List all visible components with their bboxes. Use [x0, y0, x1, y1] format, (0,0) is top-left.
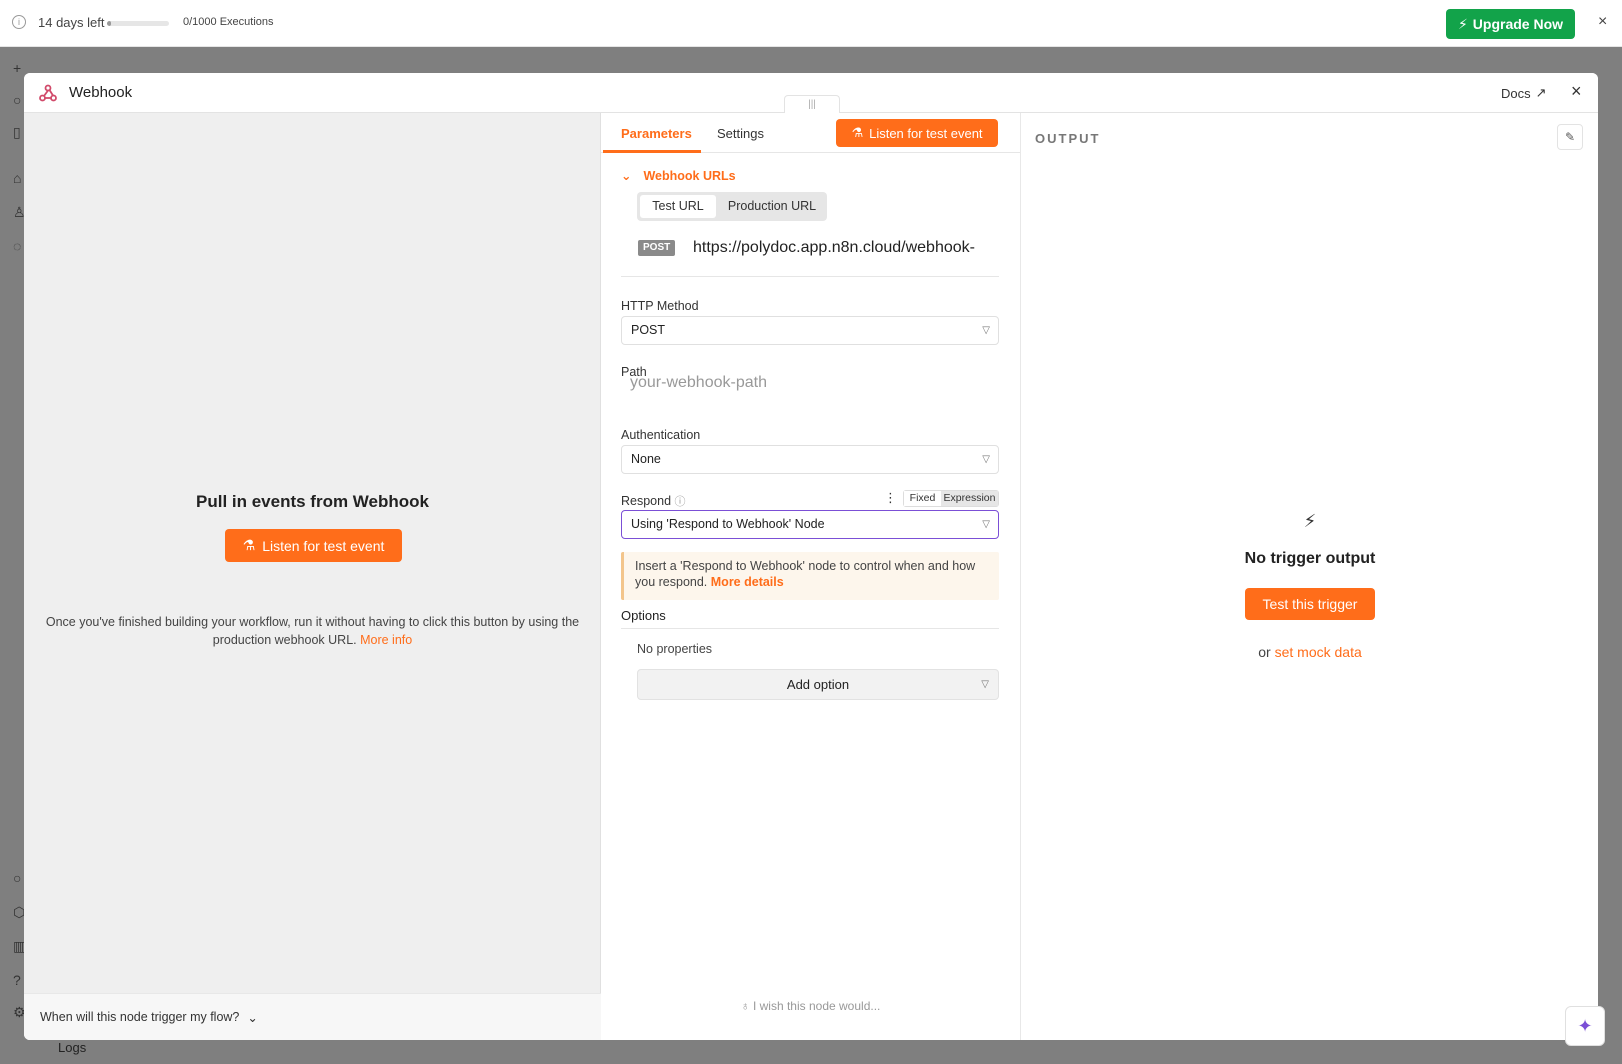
chevron-down-icon: ▽	[982, 519, 990, 530]
ai-assistant-sparkle-icon[interactable]: ✦	[1565, 1006, 1605, 1046]
modal-title: Webhook	[69, 84, 133, 101]
webhook-logo-icon	[39, 84, 57, 102]
panel-tabs: Parameters Settings ⚗ Listen for test ev…	[601, 113, 1020, 153]
respond-label: Respond ⓘ	[621, 493, 686, 509]
respond-notice: Insert a 'Respond to Webhook' node to co…	[621, 552, 999, 600]
output-panel: OUTPUT ✎ ⚡ No trigger output Test this t…	[1020, 113, 1598, 1040]
chat-icon[interactable]: ◌	[13, 238, 21, 254]
bolt-icon: ⚡	[1303, 511, 1317, 531]
url-type-switch: Test URL Production URL	[637, 192, 827, 221]
active-tab-indicator	[603, 150, 701, 153]
sidebar-toggle-icon[interactable]: ▯	[13, 124, 21, 141]
help-circle-icon[interactable]: ⓘ	[675, 496, 686, 508]
production-url-hint: Once you've finished building your workf…	[44, 613, 581, 649]
chevron-down-icon: ▽	[982, 325, 990, 336]
input-heading: Pull in events from Webhook	[196, 492, 429, 511]
add-option-button[interactable]: Add option ▽	[637, 669, 999, 700]
input-panel: Pull in events from Webhook ⚗ Listen for…	[24, 113, 601, 1040]
webhook-node-modal: Webhook Docs ↗ × Pull in events from Web…	[24, 73, 1598, 1040]
search-icon[interactable]: ○	[13, 92, 21, 108]
close-modal-icon[interactable]: ×	[1571, 81, 1582, 102]
chevron-down-icon: ▽	[981, 679, 989, 690]
docs-label: Docs	[1501, 85, 1531, 101]
respond-select[interactable]: Using 'Respond to Webhook' Node ▽	[621, 510, 999, 539]
templates-icon[interactable]: ○	[13, 870, 21, 886]
edit-pencil-icon[interactable]: ✎	[1557, 124, 1583, 150]
more-info-link[interactable]: More info	[360, 633, 412, 647]
chevron-down-icon: ▽	[982, 454, 990, 465]
home-icon[interactable]: ⌂	[13, 170, 21, 186]
webhook-url[interactable]: https://polydoc.app.n8n.cloud/webhook-	[693, 239, 1003, 257]
listen-label: Listen for test event	[869, 125, 983, 141]
method-badge: POST	[638, 240, 676, 256]
fixed-expression-toggle: Fixed Expression	[903, 490, 999, 507]
notice-text: Insert a 'Respond to Webhook' node to co…	[635, 559, 976, 589]
mode-fixed[interactable]: Fixed	[904, 491, 941, 506]
chevron-down-icon: ⌄	[621, 169, 632, 183]
flask-icon: ⚗	[851, 125, 864, 140]
lightbulb-icon: ♁	[740, 999, 750, 1013]
authentication-select[interactable]: None ▽	[621, 445, 999, 474]
http-method-value: POST	[631, 323, 666, 337]
listen-for-test-event-button-header[interactable]: ⚗ Listen for test event	[836, 119, 998, 147]
trigger-faq[interactable]: When will this node trigger my flow? ⌄	[24, 993, 601, 1040]
external-link-icon: ↗	[1535, 85, 1547, 100]
trigger-question: When will this node trigger my flow?	[40, 1010, 240, 1024]
chevron-down-icon: ⌄	[247, 1011, 258, 1025]
logs-label[interactable]: Logs	[58, 1040, 86, 1055]
info-icon: i	[12, 15, 26, 29]
panel-drag-handle[interactable]: |||	[784, 95, 840, 113]
hint-text: Once you've finished building your workf…	[45, 615, 580, 647]
mock-prefix: or	[1258, 644, 1271, 660]
bolt-icon: ⚡	[1457, 15, 1468, 32]
add-option-label: Add option	[786, 677, 850, 692]
webhook-urls-toggle[interactable]: ⌄ Webhook URLs	[621, 168, 736, 184]
feedback-label: I wish this node would...	[752, 999, 881, 1013]
http-method-select[interactable]: POST ▽	[621, 316, 999, 345]
authentication-label: Authentication	[621, 428, 701, 442]
parameters-panel: Parameters Settings ⚗ Listen for test ev…	[601, 113, 1020, 1040]
executions-count: 0/1000 Executions	[183, 16, 274, 28]
docs-link[interactable]: Docs ↗	[1501, 85, 1547, 101]
listen-label: Listen for test event	[262, 537, 385, 554]
tab-parameters[interactable]: Parameters	[621, 126, 692, 141]
upgrade-now-button[interactable]: ⚡ Upgrade Now	[1446, 9, 1575, 39]
webhook-urls-label: Webhook URLs	[643, 168, 736, 183]
kebab-menu-icon[interactable]: ⋮	[884, 490, 897, 506]
trial-bar: i 14 days left 0/1000 Executions ⚡ Upgra…	[0, 0, 1622, 47]
more-details-link[interactable]: More details	[711, 575, 784, 589]
divider	[621, 276, 999, 277]
listen-for-test-event-button[interactable]: ⚗ Listen for test event	[225, 529, 402, 562]
authentication-value: None	[631, 452, 661, 466]
close-trial-bar-icon[interactable]: ×	[1598, 13, 1607, 31]
trial-days-left: 14 days left	[38, 15, 105, 30]
feedback-link[interactable]: ♁ I wish this node would...	[601, 999, 1020, 1013]
upgrade-label: Upgrade Now	[1472, 16, 1564, 32]
help-icon[interactable]: ?	[13, 972, 21, 988]
flask-icon: ⚗	[242, 537, 256, 553]
mock-data-line: or set mock data	[1021, 644, 1598, 660]
respond-label-text: Respond	[621, 494, 672, 508]
mode-expression[interactable]: Expression	[941, 491, 998, 506]
no-properties-text: No properties	[637, 642, 713, 656]
tab-production-url[interactable]: Production URL	[720, 195, 824, 218]
divider	[621, 628, 999, 629]
executions-progress	[107, 21, 169, 26]
tab-test-url[interactable]: Test URL	[640, 195, 716, 218]
options-label: Options	[621, 608, 666, 623]
path-input[interactable]: your-webhook-path	[621, 367, 999, 399]
no-trigger-output-title: No trigger output	[1244, 550, 1376, 567]
output-title: OUTPUT	[1035, 131, 1101, 146]
http-method-label: HTTP Method	[621, 299, 699, 313]
tab-settings[interactable]: Settings	[717, 126, 764, 141]
respond-value: Using 'Respond to Webhook' Node	[631, 517, 825, 531]
set-mock-data-link[interactable]: set mock data	[1275, 644, 1362, 660]
test-this-trigger-button[interactable]: Test this trigger	[1245, 588, 1375, 620]
add-icon[interactable]: +	[13, 60, 21, 76]
